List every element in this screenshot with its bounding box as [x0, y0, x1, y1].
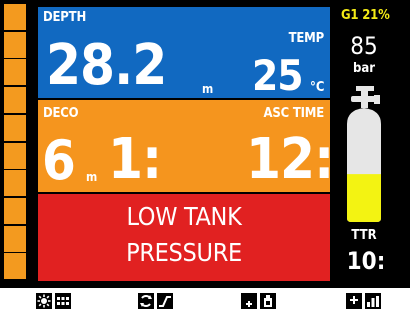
tank-valve-knob	[374, 95, 380, 104]
gas-mix-label: G1 21%	[341, 8, 390, 23]
ascent-rate-bar	[0, 4, 29, 281]
ascent-rate-segment	[4, 253, 26, 279]
button-hint-3[interactable]	[241, 293, 276, 309]
depth-unit: m	[202, 82, 214, 96]
ascent-rate-segment	[4, 115, 26, 141]
temperature-unit: °C	[310, 80, 325, 95]
button-hint-bar	[0, 288, 410, 315]
tank-pressure-value: 85	[350, 32, 378, 60]
deco-stop-time: 1:	[108, 127, 162, 192]
low-tank-pressure-alert: LOW TANK PRESSURE	[38, 194, 330, 281]
ascent-rate-segment	[4, 59, 26, 85]
compass-icon	[260, 293, 276, 309]
tank-gauge-icon	[347, 86, 381, 222]
button-hint-4[interactable]	[346, 293, 381, 309]
grid-menu-icon	[55, 293, 71, 309]
ascent-time-value: 12:	[246, 127, 330, 192]
depth-label: DEPTH	[43, 10, 87, 25]
deco-stop-depth: 6	[42, 129, 76, 192]
button-hint-1[interactable]	[36, 293, 71, 309]
ttr-label: TTR	[351, 228, 377, 243]
gas-switch-icon	[138, 293, 154, 309]
deco-panel: DECO ASC TIME 6 m 1: 12:	[38, 100, 330, 192]
alert-line-1: LOW TANK	[126, 202, 242, 231]
depth-panel: DEPTH TEMP 28.2 m 25 °C	[38, 7, 330, 98]
alert-line-2: PRESSURE	[126, 238, 242, 267]
deco-label: DECO	[43, 106, 79, 121]
ascent-rate-segment	[4, 4, 26, 30]
plus-icon	[241, 293, 257, 309]
ascent-rate-segment	[4, 32, 26, 58]
gas-panel: G1 21% 85 bar TTR 10:	[333, 0, 410, 288]
ttr-value: 10:	[346, 247, 386, 275]
tank-valve-body	[351, 96, 377, 102]
depth-value: 28.2	[46, 33, 167, 98]
profile-graph-icon	[157, 293, 173, 309]
dive-computer-screen: DEPTH TEMP 28.2 m 25 °C DECO ASC TIME 6 …	[0, 0, 410, 288]
tank-valve-handle	[356, 86, 374, 91]
deco-stop-depth-unit: m	[86, 170, 98, 184]
button-hint-2[interactable]	[138, 293, 173, 309]
ascent-rate-segment	[4, 170, 26, 196]
temperature-value: 25	[252, 51, 304, 98]
ascent-rate-segment	[4, 143, 26, 169]
ascent-time-label: ASC TIME	[263, 106, 325, 121]
ascent-rate-segment	[4, 87, 26, 113]
tank-fill-level	[347, 174, 381, 222]
bar-chart-icon	[365, 293, 381, 309]
tank-pressure-unit: bar	[352, 61, 376, 76]
tank-neck	[361, 102, 368, 108]
plus-icon	[346, 293, 362, 309]
ascent-rate-segment	[4, 226, 26, 252]
temperature-label: TEMP	[288, 31, 325, 46]
ascent-rate-segment	[4, 198, 26, 224]
brightness-icon	[36, 293, 52, 309]
